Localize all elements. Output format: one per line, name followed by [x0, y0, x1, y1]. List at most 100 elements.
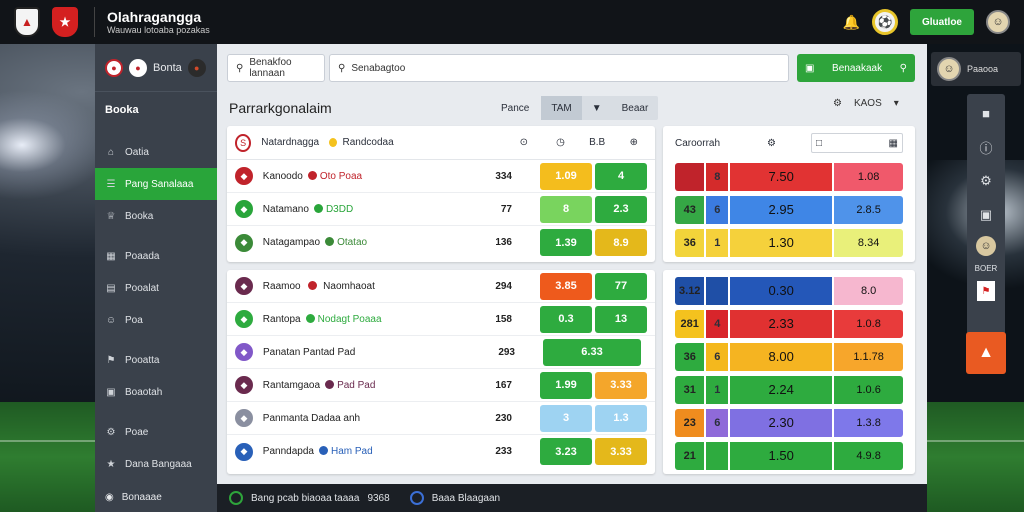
odds-filter-input[interactable]: □ ▦ — [811, 133, 903, 153]
odds-row[interactable]: 31 1 2.24 1.0.6 — [663, 373, 915, 406]
sidebar-item-3[interactable]: ▦ Poaada — [95, 240, 217, 272]
odds-pill[interactable]: 2.3 — [595, 195, 647, 223]
odds-pill[interactable]: 6.33 — [543, 338, 641, 366]
col-header-bb[interactable]: B.B — [580, 137, 615, 148]
odds-cell[interactable] — [675, 162, 705, 191]
odds-cell[interactable]: 8 — [706, 162, 729, 191]
odds-cell[interactable]: 0.30 — [730, 276, 833, 305]
odds-cell[interactable]: 1.0.8 — [834, 309, 903, 338]
odds-cell[interactable]: 3.12 — [675, 276, 705, 305]
odds-cell[interactable]: 2.8.5 — [834, 195, 903, 224]
odds-pill[interactable]: 3.85 — [540, 272, 592, 300]
odds-row[interactable]: 3.12 0.30 8.0 — [663, 274, 915, 307]
alert-shield-icon[interactable]: ▲ — [966, 332, 1006, 374]
table-row[interactable]: ◆ Natagampao Otatao 136 1.39 8.9 — [227, 226, 655, 259]
odds-cell[interactable]: 7.50 — [730, 162, 833, 191]
bell-icon[interactable]: 🔔 — [843, 14, 860, 31]
sidebar-bottom-item[interactable]: ◉ Bonaaae — [95, 482, 217, 512]
odds-cell[interactable]: 6 — [706, 408, 729, 437]
odds-row[interactable]: 36 1 1.30 8.34 — [663, 226, 915, 259]
odds-pill[interactable]: 3.23 — [540, 438, 592, 465]
table-row[interactable]: ◆ Rantopa Nodagt Poaaa 158 0.3 13 — [227, 303, 655, 336]
odds-cell[interactable]: 1.3.8 — [834, 408, 903, 437]
flag-icon[interactable]: ⚑ — [977, 281, 995, 301]
odds-pill[interactable]: 3.33 — [595, 371, 647, 399]
table-row[interactable]: ◆ Panndapda Ham Pad 233 3.23 3.33 — [227, 435, 655, 468]
chevron-down-icon[interactable]: ▾ — [894, 98, 899, 109]
odds-cell[interactable] — [706, 276, 729, 305]
col-header-plus[interactable]: ⊕ — [621, 137, 647, 148]
table-row[interactable]: ◆ Panmanta Dadaa anh 230 3 1.3 — [227, 402, 655, 435]
odds-pill[interactable]: 1.39 — [540, 229, 592, 256]
odds-cell[interactable]: 1 — [706, 228, 729, 257]
red-ball-icon[interactable]: ● — [129, 58, 147, 77]
sidebar-item-1[interactable]: ☰ Pang Sanalaaa — [95, 168, 223, 200]
odds-cell[interactable]: 1.0.6 — [834, 375, 903, 404]
segment-tam[interactable]: TAM — [541, 96, 582, 120]
segment-beaar[interactable]: Beaar — [612, 96, 659, 120]
player-avatar-icon[interactable]: ☺ — [976, 236, 996, 256]
sidebar-item-4[interactable]: ▤ Pooalat — [95, 272, 217, 304]
odds-cell[interactable]: 36 — [675, 228, 705, 257]
sidebar-item-7[interactable]: ▣ Boaotah — [95, 376, 217, 408]
shield-icon[interactable]: ■ — [975, 100, 997, 126]
user-avatar[interactable]: ☺ — [986, 10, 1010, 34]
partner-crest-logo[interactable]: ★ — [52, 7, 78, 37]
odds-cell[interactable]: 2.30 — [730, 408, 833, 437]
sidebar-item-9[interactable]: ★ Dana Bangaaa — [95, 448, 217, 480]
table-row[interactable]: ◆ Kanoodo Oto Poaa 334 1.09 4 — [227, 160, 655, 193]
sidebar-item-0[interactable]: ⌂ Oatia — [95, 136, 217, 168]
odds-cell[interactable]: 6 — [706, 195, 729, 224]
top-action-button[interactable]: Gluatloe — [910, 9, 974, 35]
odds-cell[interactable]: 2.24 — [730, 375, 833, 404]
sidebar-item-6[interactable]: ⚑ Pooatta — [95, 344, 217, 376]
odds-cell[interactable]: 4 — [706, 309, 729, 338]
odds-pill[interactable]: 8.9 — [595, 229, 647, 256]
sort-select[interactable]: KAOS — [854, 98, 882, 109]
match-icon[interactable]: ● — [187, 58, 206, 77]
odds-cell[interactable]: 8.34 — [834, 228, 903, 257]
soccer-ball-icon[interactable]: ⚽ — [872, 9, 898, 35]
odds-cell[interactable]: 6 — [706, 342, 729, 371]
odds-cell[interactable]: 8.0 — [834, 276, 903, 305]
odds-pill[interactable]: 3 — [540, 404, 592, 432]
odds-cell[interactable]: 43 — [675, 195, 705, 224]
odds-cell[interactable]: 2.33 — [730, 309, 833, 338]
search-action-button[interactable]: ▣ Benaakaak ⚲ — [797, 54, 915, 82]
odds-cell[interactable]: 281 — [675, 309, 705, 338]
main-search-input[interactable]: ⚲ Senabagtoo — [329, 54, 789, 82]
table-row[interactable]: ◆ Rantamgaoa Pad Pad 167 1.99 3.33 — [227, 369, 655, 402]
odds-cell[interactable]: 36 — [675, 342, 705, 371]
odds-cell[interactable]: 1.30 — [730, 228, 833, 257]
sidebar-top-label[interactable]: Bonta — [153, 62, 182, 74]
odds-row[interactable]: 23 6 2.30 1.3.8 — [663, 406, 915, 439]
odds-row[interactable]: 43 6 2.95 2.8.5 — [663, 193, 915, 226]
odds-pill[interactable]: 3.33 — [595, 438, 647, 465]
odds-pill[interactable]: 8 — [540, 195, 592, 223]
club-crest-logo[interactable]: ▲ — [14, 7, 40, 37]
table-row[interactable]: ◆ Raamoo Naomhaoat 294 3.85 77 — [227, 270, 655, 303]
odds-pill[interactable]: 13 — [595, 305, 647, 333]
table-row[interactable]: ◆ Natamano D3DD 77 8 2.3 — [227, 193, 655, 226]
odds-cell[interactable]: 1.50 — [730, 441, 833, 470]
odds-row[interactable]: 281 4 2.33 1.0.8 — [663, 307, 915, 340]
team-logo-icon[interactable]: ● — [105, 58, 123, 77]
odds-pill[interactable]: 77 — [595, 272, 647, 300]
segment-dropdown[interactable]: ▼ — [582, 96, 612, 120]
odds-cell[interactable]: 4.9.8 — [834, 441, 903, 470]
info-icon[interactable]: ⓘ — [975, 134, 997, 160]
col-header-target[interactable]: ⊙ — [506, 137, 541, 148]
odds-cell[interactable]: 2.95 — [730, 195, 833, 224]
odds-cell[interactable]: 1.1.78 — [834, 342, 903, 371]
odds-row[interactable]: 21 1.50 4.9.8 — [663, 439, 915, 472]
odds-row[interactable]: 36 6 8.00 1.1.78 — [663, 340, 915, 373]
settings-icon[interactable]: ⚙ — [767, 138, 776, 149]
odds-cell[interactable]: 1 — [706, 375, 729, 404]
odds-cell[interactable]: 23 — [675, 408, 705, 437]
footer-left-text[interactable]: Bang pcab biaoaa taaaa — [251, 493, 359, 504]
bookmark-icon[interactable]: ▣ — [975, 202, 997, 228]
rail-profile[interactable]: ☺ Paaooa — [931, 52, 1021, 86]
odds-cell[interactable]: 1.08 — [834, 162, 903, 191]
sidebar-item-5[interactable]: ☺ Poa — [95, 304, 217, 336]
gear-icon[interactable]: ⚙ — [975, 168, 997, 194]
